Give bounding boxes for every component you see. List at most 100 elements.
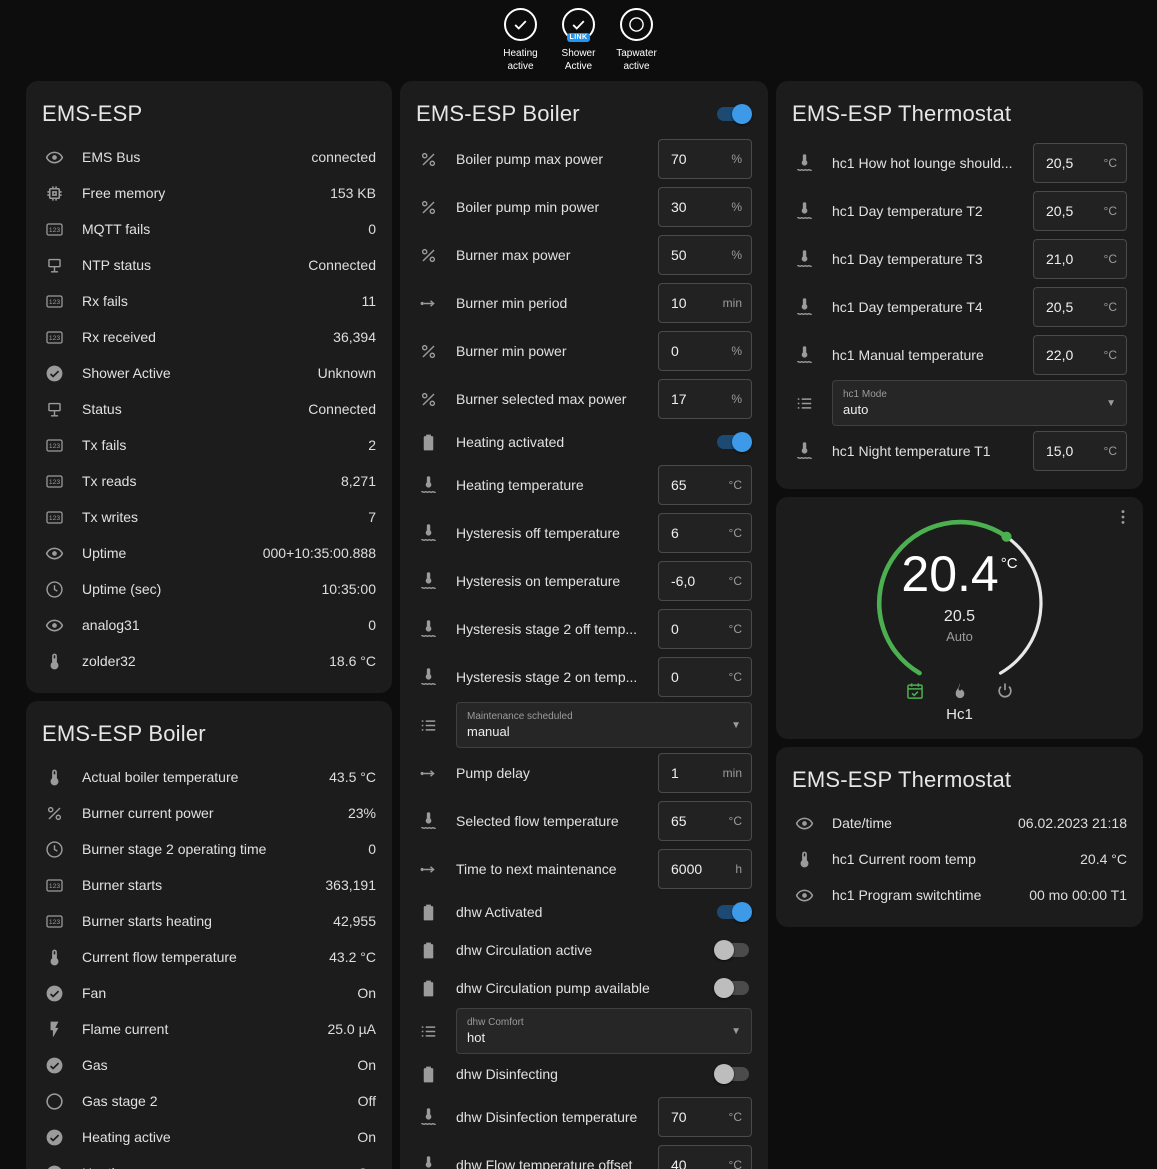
entity-row[interactable]: Tx fails 2 (42, 427, 376, 463)
entity-row[interactable]: Shower Active Unknown (42, 355, 376, 391)
entity-row[interactable]: Heating pump On (42, 1155, 376, 1169)
entity-rows: Actual boiler temperature 43.5 °C Burner… (42, 759, 376, 1169)
number-input[interactable]: 22,0 °C (1033, 335, 1127, 375)
number-input[interactable]: 20,5 °C (1033, 143, 1127, 183)
number-input[interactable]: 65 °C (658, 465, 752, 505)
toggle-switch[interactable] (714, 432, 752, 452)
power-icon[interactable] (995, 681, 1015, 701)
eye-icon (42, 544, 82, 563)
control-row: Boiler pump max power 70 % (416, 135, 752, 183)
entity-row[interactable]: MQTT fails 0 (42, 211, 376, 247)
control-row: hc1 Day temperature T2 20,5 °C (792, 187, 1127, 235)
entity-row[interactable]: Uptime 000+10:35:00.888 (42, 535, 376, 571)
number-input[interactable]: 15,0 °C (1033, 431, 1127, 471)
number-input[interactable]: 20,5 °C (1033, 191, 1127, 231)
toggle-switch[interactable] (714, 1064, 752, 1084)
number-input[interactable]: 0 °C (658, 657, 752, 697)
number-input[interactable]: 6 °C (658, 513, 752, 553)
control-row: dhw Circulation active (416, 931, 752, 969)
entity-row[interactable]: EMS Bus connected (42, 139, 376, 175)
circle-outline-icon (42, 1092, 82, 1111)
clock-icon (42, 840, 82, 859)
entity-row[interactable]: Tx reads 8,271 (42, 463, 376, 499)
badge-circle[interactable] (620, 8, 653, 41)
unit-label: % (731, 152, 742, 166)
link-chip: LINK (567, 33, 591, 42)
more-options-icon[interactable] (1113, 507, 1133, 527)
number-input[interactable]: 1 min (658, 753, 752, 793)
entity-row[interactable]: analog31 0 (42, 607, 376, 643)
number-input[interactable]: 6000 h (658, 849, 752, 889)
thermometer-icon (42, 768, 82, 787)
entity-row[interactable]: Date/time 06.02.2023 21:18 (792, 805, 1127, 841)
select-input[interactable]: hc1 Mode auto ▼ (832, 380, 1127, 426)
entity-row[interactable]: hc1 Current room temp 20.4 °C (792, 841, 1127, 877)
entity-row[interactable]: Current flow temperature 43.2 °C (42, 939, 376, 975)
badge-label: Tapwater active (613, 48, 661, 73)
glance-badge[interactable]: Heating active (497, 8, 545, 73)
number-input[interactable]: 21,0 °C (1033, 239, 1127, 279)
select-input[interactable]: Maintenance scheduled manual ▼ (456, 702, 752, 748)
entity-row[interactable]: NTP status Connected (42, 247, 376, 283)
toggle-switch[interactable] (714, 978, 752, 998)
badge-circle[interactable] (504, 8, 537, 41)
target-temperature: 20.5 (944, 608, 975, 626)
entity-row[interactable]: Rx received 36,394 (42, 319, 376, 355)
number-input[interactable]: 0 °C (658, 609, 752, 649)
number-input[interactable]: 17 % (658, 379, 752, 419)
entity-row[interactable]: Gas On (42, 1047, 376, 1083)
number-input[interactable]: 70 °C (658, 1097, 752, 1137)
entity-row[interactable]: zolder32 18.6 °C (42, 643, 376, 679)
number-input[interactable]: 50 % (658, 235, 752, 275)
control-label: Boiler pump max power (456, 151, 650, 167)
thermo-water-icon (416, 572, 456, 591)
entity-row[interactable]: Rx fails 11 (42, 283, 376, 319)
entity-row[interactable]: Uptime (sec) 10:35:00 (42, 571, 376, 607)
entity-row[interactable]: Fan On (42, 975, 376, 1011)
entity-value: 43.2 °C (329, 949, 376, 965)
entity-row[interactable]: Flame current 25.0 µA (42, 1011, 376, 1047)
entity-row[interactable]: Burner stage 2 operating time 0 (42, 831, 376, 867)
toggle-switch[interactable] (714, 902, 752, 922)
entity-value: 06.02.2023 21:18 (1018, 815, 1127, 831)
list-icon (416, 716, 456, 735)
entity-row[interactable]: Tx writes 7 (42, 499, 376, 535)
entity-row[interactable]: Burner current power 23% (42, 795, 376, 831)
number-input[interactable]: 40 °C (658, 1145, 752, 1169)
dial-readout: 20.4 °C 20.5 Auto (866, 511, 1054, 695)
control-row: Hysteresis off temperature 6 °C (416, 509, 752, 557)
number-input[interactable]: 30 % (658, 187, 752, 227)
number-input[interactable]: 65 °C (658, 801, 752, 841)
number-input[interactable]: 0 % (658, 331, 752, 371)
battery-icon (416, 433, 456, 452)
number-input[interactable]: -6,0 °C (658, 561, 752, 601)
card-toggle-switch[interactable] (714, 104, 752, 124)
entity-row[interactable]: Burner starts 363,191 (42, 867, 376, 903)
entity-row[interactable]: Actual boiler temperature 43.5 °C (42, 759, 376, 795)
calendar-check-icon[interactable] (905, 681, 925, 701)
switch-thumb (732, 902, 752, 922)
glance-badge[interactable]: Tapwater active (613, 8, 661, 73)
entity-row[interactable]: Heating active On (42, 1119, 376, 1155)
right-column: EMS-ESP Thermostat hc1 How hot lounge sh… (776, 81, 1143, 927)
entity-row[interactable]: Free memory 153 KB (42, 175, 376, 211)
entity-label: Current flow temperature (82, 949, 319, 965)
number-input[interactable]: 20,5 °C (1033, 287, 1127, 327)
number-input[interactable]: 70 % (658, 139, 752, 179)
dashboard-columns: EMS-ESP EMS Bus connected Free memory 15… (0, 75, 1157, 1169)
entity-row[interactable]: Gas stage 2 Off (42, 1083, 376, 1119)
glance-badge[interactable]: LINK Shower Active (555, 8, 603, 73)
number-input[interactable]: 10 min (658, 283, 752, 323)
temperature-dial[interactable]: 20.4 °C 20.5 Auto (866, 511, 1054, 695)
entity-row[interactable]: Status Connected (42, 391, 376, 427)
badge-circle[interactable]: LINK (562, 8, 595, 41)
fire-icon[interactable] (950, 681, 970, 701)
entity-row[interactable]: hc1 Program switchtime 00 mo 00:00 T1 (792, 877, 1127, 913)
entity-label: Status (82, 401, 298, 417)
entity-row[interactable]: Burner starts heating 42,955 (42, 903, 376, 939)
thermo-water-icon (416, 812, 456, 831)
toggle-switch[interactable] (714, 940, 752, 960)
mode-buttons (866, 681, 1054, 701)
select-input[interactable]: dhw Comfort hot ▼ (456, 1008, 752, 1054)
control-label: Burner selected max power (456, 391, 650, 407)
